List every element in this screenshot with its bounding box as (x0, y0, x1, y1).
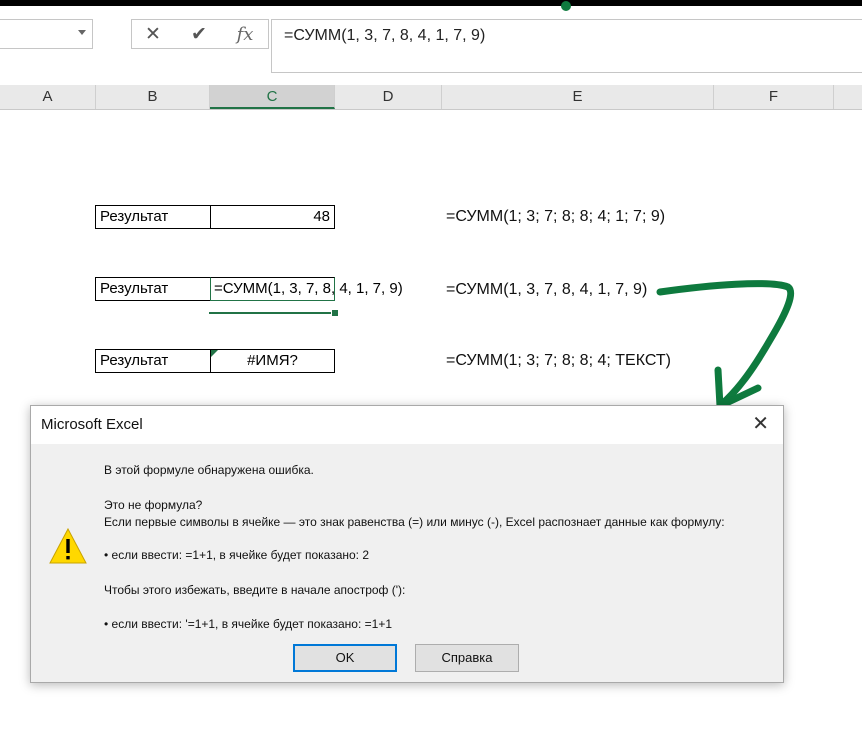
column-header-f[interactable]: F (714, 85, 834, 109)
formula-bar-input[interactable]: =СУММ(1, 3, 7, 8, 4, 1, 7, 9) (271, 19, 862, 73)
column-header-a[interactable]: A (0, 85, 96, 109)
dialog-message-line: • если ввести: =1+1, в ячейке будет пока… (104, 548, 370, 562)
dialog-message-line: Чтобы этого избежать, введите в начале а… (104, 583, 406, 597)
dialog-message-line: Это не формула? (104, 498, 203, 512)
result-label-cell[interactable]: Результат (95, 277, 211, 301)
column-header-c[interactable]: C (210, 85, 335, 109)
formula-text-cell[interactable]: =СУММ(1; 3; 7; 8; 8; 4; 1; 7; 9) (446, 208, 665, 226)
active-cell-border (209, 312, 334, 314)
drag-handle-dot[interactable] (561, 1, 571, 11)
result-value-cell[interactable]: 48 (210, 205, 335, 229)
formula-text-cell[interactable]: =СУММ(1, 3, 7, 8, 4, 1, 7, 9) (446, 281, 647, 299)
cancel-icon[interactable]: ✕ (136, 20, 170, 48)
dialog-message-line: Если первые символы в ячейке — это знак … (104, 515, 725, 529)
result-error-cell[interactable]: #ИМЯ? (210, 349, 335, 373)
dialog-titlebar[interactable]: Microsoft Excel ✕ (31, 406, 783, 444)
dialog-title: Microsoft Excel (41, 416, 143, 433)
chevron-down-icon[interactable] (78, 30, 86, 35)
close-icon[interactable]: ✕ (752, 414, 769, 434)
result-label-cell[interactable]: Результат (95, 349, 211, 373)
enter-icon[interactable]: ✔ (182, 20, 216, 48)
help-button[interactable]: Справка (415, 644, 519, 672)
dialog-message-line: • если ввести: '=1+1, в ячейке будет пок… (104, 617, 393, 631)
error-value: #ИМЯ? (247, 352, 298, 369)
column-header-b[interactable]: B (96, 85, 210, 109)
column-header-d[interactable]: D (335, 85, 442, 109)
insert-function-button[interactable]: fx (228, 20, 262, 48)
formula-buttons: ✕ ✔ fx (131, 19, 269, 49)
ok-button[interactable]: OK (293, 644, 397, 672)
active-edit-cell[interactable]: =СУММ(1, 3, 7, 8, 4, 1, 7, 9) (210, 277, 403, 301)
column-headers: A B C D E F (0, 85, 862, 110)
result-label-cell[interactable]: Результат (95, 205, 211, 229)
curved-arrow-icon (656, 280, 795, 410)
warning-icon (49, 527, 87, 564)
error-dialog: Microsoft Excel ✕ В этой формуле обнаруж… (30, 405, 784, 683)
error-indicator-icon[interactable] (211, 350, 218, 357)
fill-handle[interactable] (331, 309, 339, 317)
window-top-edge (0, 0, 862, 6)
dialog-message-line: В этой формуле обнаружена ошибка. (104, 463, 314, 477)
column-header-e[interactable]: E (442, 85, 714, 109)
formula-text-cell[interactable]: =СУММ(1; 3; 7; 8; 8; 4; ТЕКСТ) (446, 352, 671, 370)
fx-icon: fx (236, 23, 254, 45)
formula-bar-text: =СУММ(1, 3, 7, 8, 4, 1, 7, 9) (284, 27, 486, 44)
name-box[interactable] (0, 19, 93, 49)
